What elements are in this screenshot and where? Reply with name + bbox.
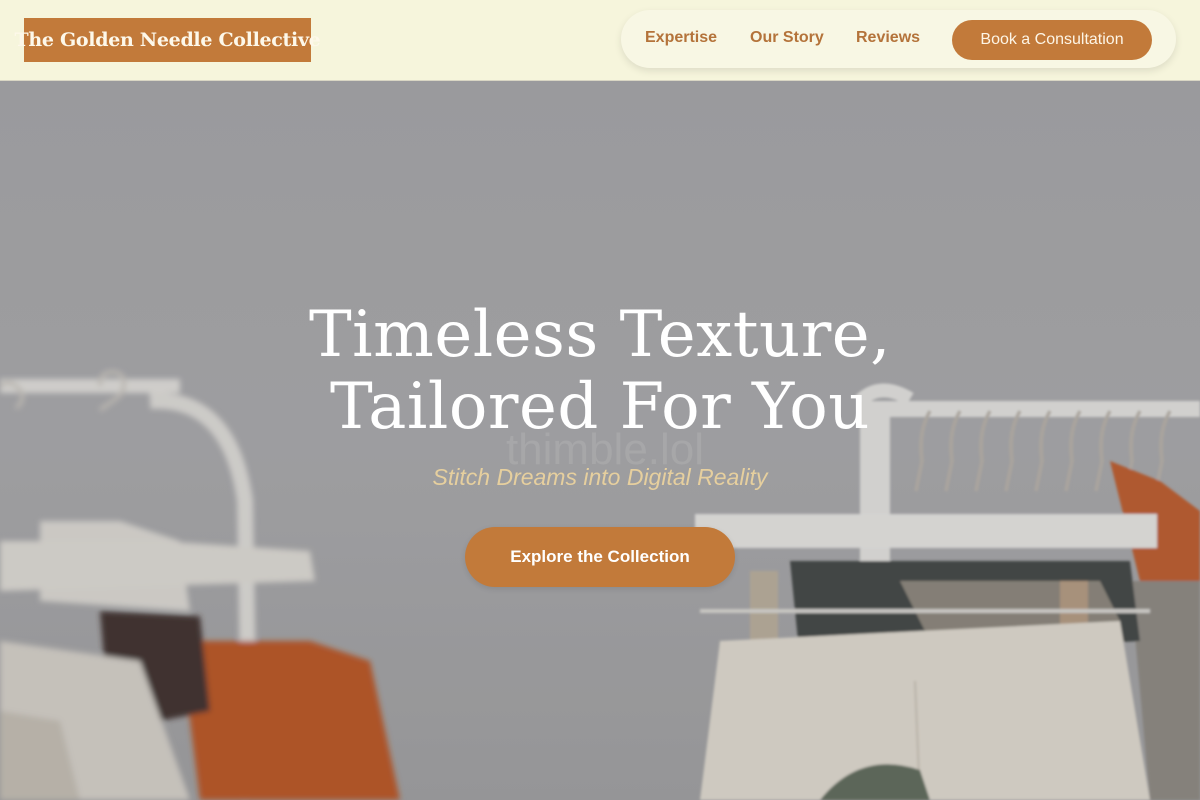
site-header: The Golden Needle Collective Expertise O… [0,0,1200,81]
hero-section: thimble.lol Timeless Texture, Tailored F… [0,81,1200,800]
explore-collection-button[interactable]: Explore the Collection [465,527,735,587]
main-nav: Expertise Our Story Reviews Book a Consu… [621,10,1176,68]
book-consultation-button[interactable]: Book a Consultation [952,20,1152,60]
hero-subtitle: Stitch Dreams into Digital Reality [432,464,768,490]
nav-link-reviews[interactable]: Reviews [856,29,920,47]
nav-link-expertise[interactable]: Expertise [645,29,717,47]
brand-logo[interactable]: The Golden Needle Collective [15,18,321,62]
hero-title: Timeless Texture, Tailored For You [200,299,1000,443]
hero-title-line-2: Tailored For You [330,370,870,444]
nav-link-our-story[interactable]: Our Story [750,29,824,47]
hero-title-line-1: Timeless Texture, [308,298,892,372]
